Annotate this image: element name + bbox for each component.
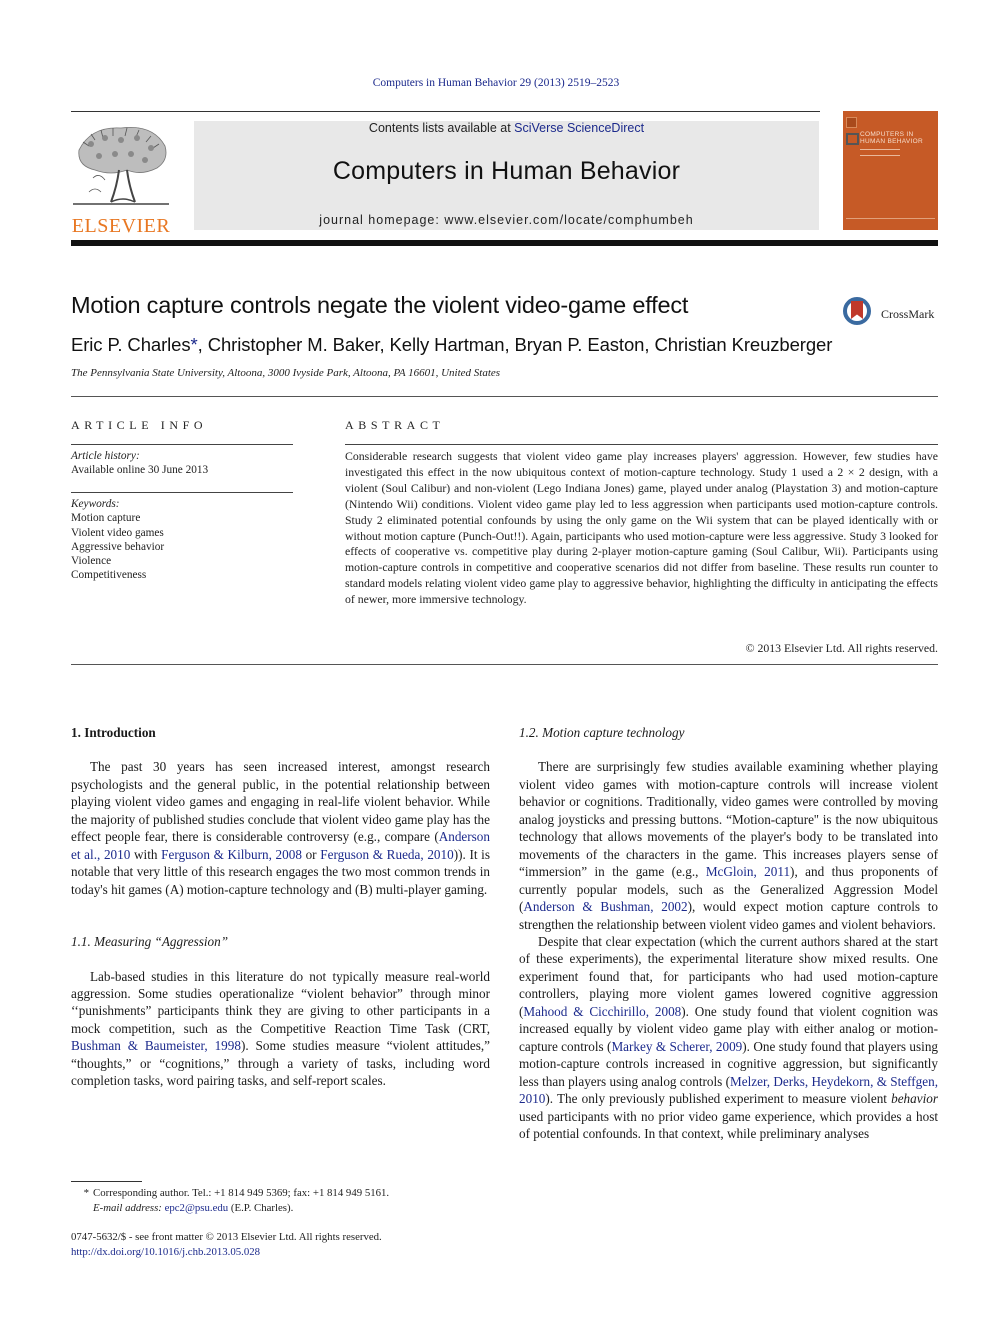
keyword: Violence <box>71 555 112 568</box>
journal-homepage[interactable]: journal homepage: www.elsevier.com/locat… <box>194 213 819 227</box>
keyword: Aggressive behavior <box>71 540 165 553</box>
section-heading-introduction: 1. Introduction <box>71 725 156 740</box>
author-list: Eric P. Charles*, Christopher M. Baker, … <box>71 334 833 355</box>
citation-link[interactable]: Ferguson & Kilburn, 2008 <box>161 847 302 862</box>
citation-link[interactable]: Bushman & Baumeister, 1998 <box>71 1038 241 1053</box>
citation-link[interactable]: Ferguson & Rueda, 2010 <box>320 847 453 862</box>
keywords-label: Keywords: <box>71 498 120 510</box>
article-history-label: Article history: <box>71 450 140 462</box>
abstract-copyright: © 2013 Elsevier Ltd. All rights reserved… <box>745 641 938 655</box>
corresponding-author-note: Corresponding author. Tel.: +1 814 949 5… <box>93 1187 390 1199</box>
author-name: Christian Kreuzberger <box>654 334 833 355</box>
subsection-heading-motion-capture: 1.2. Motion capture technology <box>519 725 685 740</box>
email-link[interactable]: epc2@psu.edu <box>165 1202 229 1214</box>
keyword: Competitiveness <box>71 569 147 582</box>
crossmark-label: CrossMark <box>881 307 935 321</box>
contents-prefix: Contents lists available at <box>368 121 515 135</box>
doi-link[interactable]: http://dx.doi.org/10.1016/j.chb.2013.05.… <box>71 1245 382 1260</box>
article-title: Motion capture controls negate the viole… <box>71 292 689 318</box>
header-rule <box>71 111 820 112</box>
journal-title: Computers in Human Behavior <box>332 157 681 185</box>
front-rule <box>71 664 938 665</box>
keywords-rule <box>71 492 293 493</box>
author-name: Bryan P. Easton <box>514 334 645 355</box>
contents-line: Contents lists available at SciVerse Sci… <box>194 121 819 135</box>
abstract-rule <box>345 444 938 445</box>
sciencedirect-link[interactable]: SciVerse ScienceDirect <box>514 121 644 135</box>
keyword: Motion capture <box>71 512 141 525</box>
intro-paragraph: The past 30 years has seen increased int… <box>71 759 490 897</box>
cover-publisher-icon <box>846 117 857 128</box>
right-column: 1.2. Motion capture technology There are… <box>519 724 938 1142</box>
subsection-heading-measuring-aggression: 1.1. Measuring “Aggression” <box>71 934 229 950</box>
title-rule <box>71 396 938 397</box>
abstract-text: Considerable research suggests that viol… <box>345 449 938 607</box>
elsevier-logo[interactable]: ELSEVIER <box>71 120 171 237</box>
abstract-heading: ABSTRACT <box>345 418 445 432</box>
article-history: Article history: Available online 30 Jun… <box>71 449 208 478</box>
footnote-mark: * <box>83 1187 89 1199</box>
keywords: Keywords: Motion capture Violent video g… <box>71 497 164 583</box>
footnote-rule <box>71 1181 142 1182</box>
front-matter: 0747-5632/$ - see front matter © 2013 El… <box>71 1230 382 1260</box>
author-name: Eric P. Charles <box>71 334 191 355</box>
article-history-value: Available online 30 June 2013 <box>71 464 209 477</box>
corresponding-author-mark[interactable]: * <box>190 334 197 355</box>
cover-rule <box>846 218 935 219</box>
footnote: * Corresponding author. Tel.: +1 814 949 … <box>71 1186 491 1216</box>
affiliation: The Pennsylvania State University, Altoo… <box>71 367 501 379</box>
masthead-thick-rule <box>71 240 938 246</box>
cover-title: COMPUTERS IN HUMAN BEHAVIOR <box>860 131 923 145</box>
author-name: Kelly Hartman <box>389 334 505 355</box>
cover-journal-icon <box>846 133 859 145</box>
issn-line: 0747-5632/$ - see front matter © 2013 El… <box>71 1231 382 1243</box>
crossmark-button[interactable]: CrossMark <box>843 297 943 333</box>
article-info-rule <box>71 444 293 445</box>
left-column: 1. Introduction The past 30 years has se… <box>71 724 490 1090</box>
keyword: Violent video games <box>71 526 164 539</box>
email-label: E-mail address: <box>93 1202 162 1214</box>
motion-capture-paragraph: There are surprisingly few studies avail… <box>519 759 938 932</box>
citation-link[interactable]: Markey & Scherer, 2009 <box>611 1039 742 1054</box>
measuring-aggression-paragraph: Lab-based studies in this literature do … <box>71 968 491 1089</box>
running-head[interactable]: Computers in Human Behavior 29 (2013) 25… <box>0 77 992 89</box>
article-info-heading: ARTICLE INFO <box>71 418 208 432</box>
cover-subtitle-lines <box>860 149 900 156</box>
motion-capture-paragraph: Despite that clear expectation (which th… <box>519 933 939 1141</box>
author-name: Christopher M. Baker <box>207 334 380 355</box>
tree-icon <box>73 127 169 205</box>
citation-link[interactable]: Anderson & Bushman, 2002 <box>523 899 687 914</box>
citation-link[interactable]: Mahood & Cicchirillo, 2008 <box>523 1004 681 1019</box>
journal-banner: Contents lists available at SciVerse Sci… <box>194 121 819 230</box>
journal-cover-thumbnail[interactable]: COMPUTERS IN HUMAN BEHAVIOR <box>843 111 938 230</box>
citation-link[interactable]: McGloin, 2011 <box>706 864 790 879</box>
elsevier-wordmark: ELSEVIER <box>71 215 171 237</box>
